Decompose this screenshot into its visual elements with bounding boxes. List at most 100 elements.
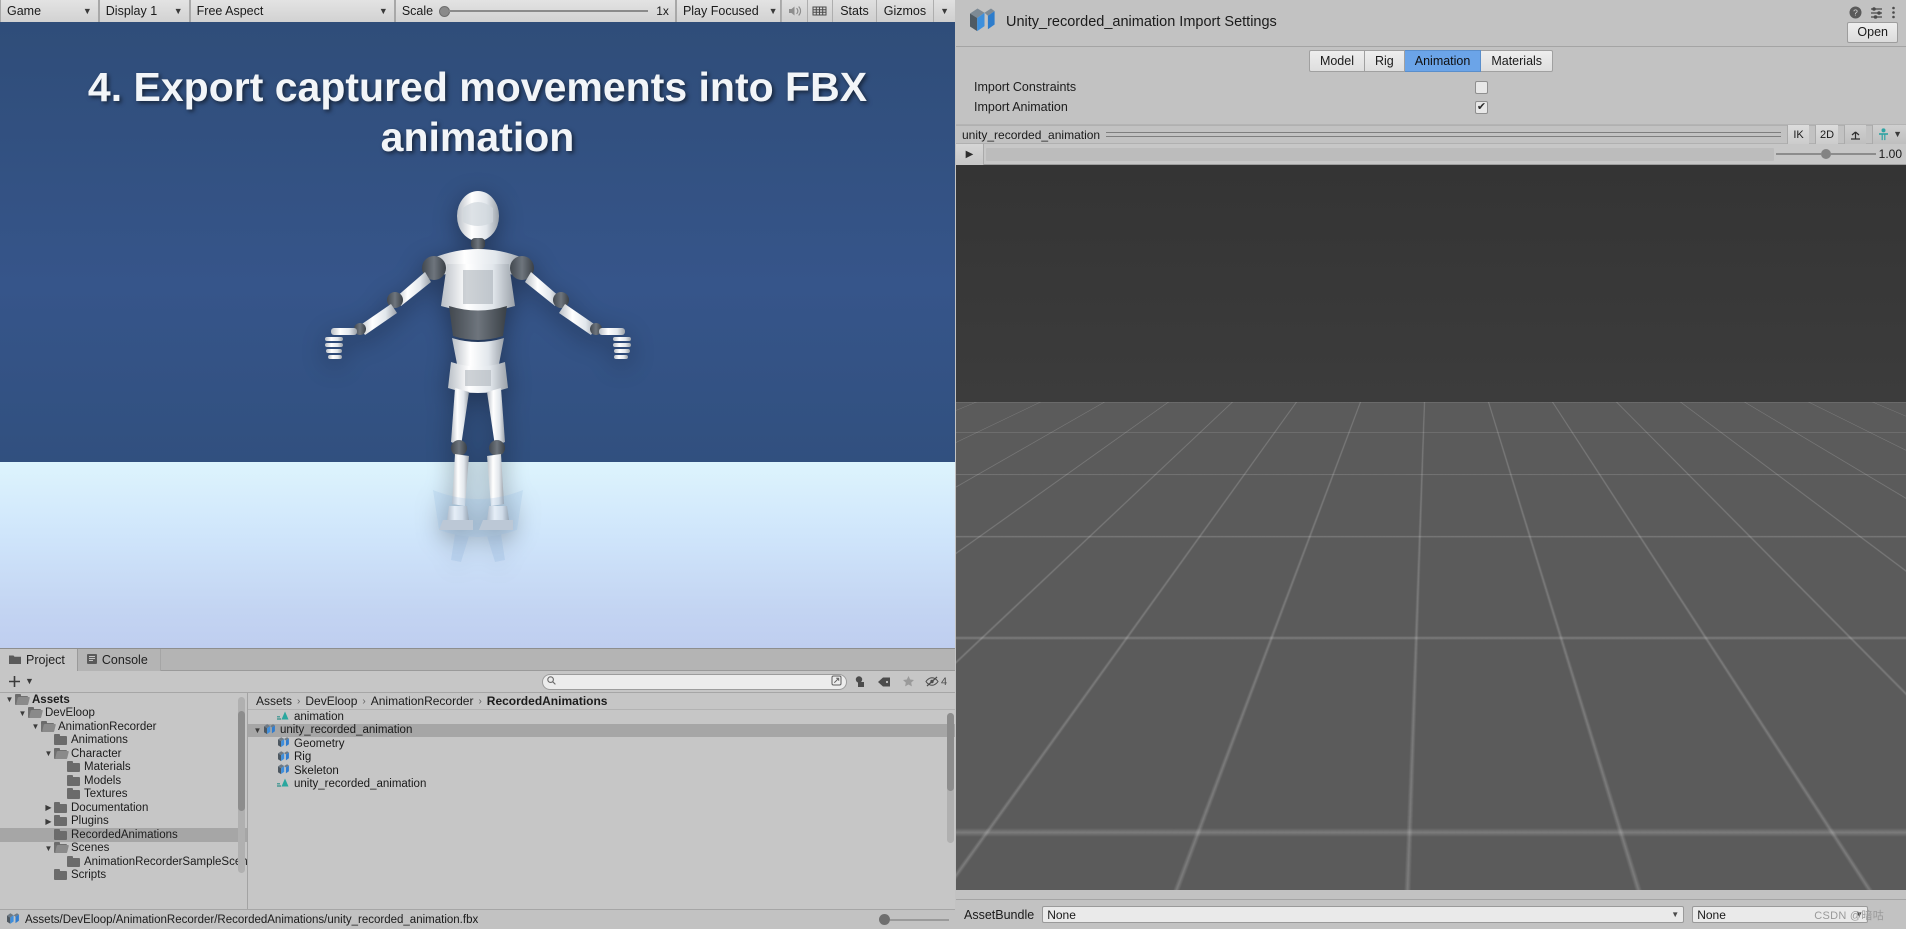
chevron-down-icon[interactable]: ▼ (43, 844, 54, 853)
display-dropdown[interactable]: Display 1 ▼ (98, 0, 190, 22)
preview-settings-icon[interactable] (1882, 866, 1900, 884)
import-animation-label: Import Animation (974, 100, 1068, 114)
scale-slider[interactable] (439, 0, 649, 22)
search-input-wrapper[interactable] (542, 673, 847, 690)
tab-rig[interactable]: Rig (1364, 49, 1405, 72)
aspect-label: Free Aspect (196, 4, 264, 18)
scale-slider-group[interactable]: Scale 1x (394, 0, 676, 22)
chevron-down-icon[interactable]: ▼ (252, 726, 263, 735)
search-input[interactable] (560, 675, 827, 688)
fbx-model-icon (6, 912, 19, 928)
tree-item-character[interactable]: ▼ Character (0, 747, 247, 761)
gizmos-button[interactable]: Gizmos (875, 0, 934, 22)
search-expand-icon[interactable] (831, 674, 842, 689)
tree-item-documentation[interactable]: ▶ Documentation (0, 801, 247, 815)
tree-item-label: Assets (32, 693, 70, 706)
hidden-packages-icon[interactable]: 4 (921, 672, 951, 692)
tree-item-models[interactable]: ▶Models (0, 774, 247, 788)
ik-toggle[interactable]: IK (1787, 125, 1810, 144)
assetbundle-dropdown[interactable]: None ▼ (1042, 906, 1685, 923)
label-filter-icon[interactable] (873, 672, 895, 692)
tree-item-materials[interactable]: ▶Materials (0, 761, 247, 775)
tree-item-animations[interactable]: ▶Animations (0, 734, 247, 748)
list-item[interactable]: ▼Skeleton (248, 764, 955, 778)
root-position-gizmo (1425, 785, 1437, 798)
timeline-scrubber[interactable] (986, 147, 1774, 161)
folder-icon (54, 734, 67, 746)
tab-project[interactable]: Project (0, 649, 78, 671)
tree-item-animationrecordersamplescene[interactable]: ▶AnimationRecorderSampleScene (0, 855, 247, 869)
list-item[interactable]: ▼Rig (248, 751, 955, 765)
tab-console[interactable]: Console (77, 649, 161, 671)
project-asset-list[interactable]: Assets › DevEloop › AnimationRecorder › Record… (248, 693, 955, 929)
playback-speed-slider[interactable]: 1.00 (1776, 147, 1906, 161)
tree-item-label: Textures (84, 788, 128, 801)
tab-animation[interactable]: Animation (1404, 49, 1482, 72)
project-folder-tree[interactable]: ▼Assets▼DevEloop▼AnimationRecorder▶Anima… (0, 693, 248, 929)
tree-item-scenes[interactable]: ▼ Scenes (0, 842, 247, 856)
icon-size-slider[interactable] (879, 914, 949, 925)
speed-slider-handle[interactable] (1820, 149, 1831, 159)
help-icon[interactable]: ? (1849, 6, 1862, 22)
animation-preview-viewport[interactable]: 0:00 (000.0%) Frame 0 (956, 165, 1906, 890)
tree-item-scripts[interactable]: ▶Scripts (0, 869, 247, 883)
folder-icon (54, 747, 67, 759)
list-item[interactable]: ▼unity_recorded_animation (248, 778, 955, 792)
breadcrumb-item[interactable]: DevEloop (305, 694, 357, 708)
avatar-icon[interactable]: ▼ (1872, 125, 1906, 144)
play-mode-dropdown[interactable]: Play Focused ▼ (675, 0, 781, 22)
play-icon[interactable]: ▶ (956, 143, 984, 165)
grid-icon[interactable] (806, 0, 833, 22)
breadcrumb-item[interactable]: RecordedAnimations (487, 694, 608, 708)
chevron-down-icon[interactable]: ▼ (30, 722, 41, 731)
create-asset-button[interactable]: ▼ (4, 675, 38, 688)
breadcrumb-item[interactable]: AnimationRecorder (371, 694, 474, 708)
more-menu-icon[interactable] (1891, 6, 1896, 22)
stats-button[interactable]: Stats (832, 0, 876, 22)
inspector-tab-strip: Model Rig Animation Materials (956, 47, 1906, 72)
chevron-right-icon[interactable]: ▶ (43, 803, 54, 812)
two-d-toggle[interactable]: 2D (1815, 125, 1839, 144)
packages-filter-icon[interactable] (849, 672, 871, 692)
list-item[interactable]: ▼animation (248, 710, 955, 724)
tree-item-develoop[interactable]: ▼ DevEloop (0, 707, 247, 721)
folder-icon (54, 801, 67, 813)
aspect-dropdown[interactable]: Free Aspect ▼ (189, 0, 395, 22)
list-item-label: unity_recorded_animation (280, 724, 413, 737)
tree-item-animationrecorder[interactable]: ▼ AnimationRecorder (0, 720, 247, 734)
list-scrollbar[interactable] (947, 713, 954, 843)
chevron-down-icon[interactable]: ▼ (43, 749, 54, 758)
import-constraints-checkbox[interactable] (1475, 80, 1488, 94)
game-view-mode-dropdown[interactable]: Game ▼ (0, 0, 99, 22)
list-item[interactable]: ▼Geometry (248, 737, 955, 751)
breadcrumb-item[interactable]: Assets (256, 694, 292, 708)
gizmos-dropdown-arrow[interactable]: ▼ (933, 0, 956, 22)
chevron-down-icon[interactable]: ▼ (4, 695, 15, 704)
chevron-down-icon[interactable]: ▼ (17, 709, 28, 718)
tree-item-plugins[interactable]: ▶ Plugins (0, 815, 247, 829)
tab-materials[interactable]: Materials (1481, 49, 1554, 72)
speed-slider-track-right (1830, 153, 1876, 155)
import-animation-checkbox[interactable]: ✔ (1475, 100, 1488, 114)
chevron-right-icon[interactable]: ▶ (43, 817, 54, 826)
tab-model[interactable]: Model (1308, 49, 1365, 72)
mute-audio-icon[interactable] (780, 0, 807, 22)
tree-item-textures[interactable]: ▶Textures (0, 788, 247, 802)
favorite-star-icon[interactable] (897, 672, 919, 692)
preset-icon[interactable] (1870, 6, 1883, 22)
tree-item-recordedanimations[interactable]: ▶RecordedAnimations (0, 828, 247, 842)
icon-size-slider-handle[interactable] (879, 914, 890, 925)
property-row-import-constraints: Import Constraints (956, 77, 1906, 97)
fbx-model-icon (968, 6, 996, 37)
inspector-properties: Import Constraints Import Animation ✔ (956, 71, 1906, 119)
open-button[interactable]: Open (1847, 22, 1898, 43)
tree-item-assets[interactable]: ▼ Assets (0, 693, 247, 707)
tab-console-label: Console (101, 653, 148, 667)
tree-scrollbar[interactable] (238, 697, 245, 873)
pivot-icon[interactable] (1844, 125, 1867, 144)
folder-icon (67, 774, 80, 786)
tree-item-label: Scenes (71, 842, 110, 855)
list-item[interactable]: ▼ unity_recorded_animation (248, 723, 955, 737)
game-view[interactable]: 4. Export captured movements into FBX an… (0, 22, 955, 648)
tree-item-label: AnimationRecorder (58, 720, 157, 733)
